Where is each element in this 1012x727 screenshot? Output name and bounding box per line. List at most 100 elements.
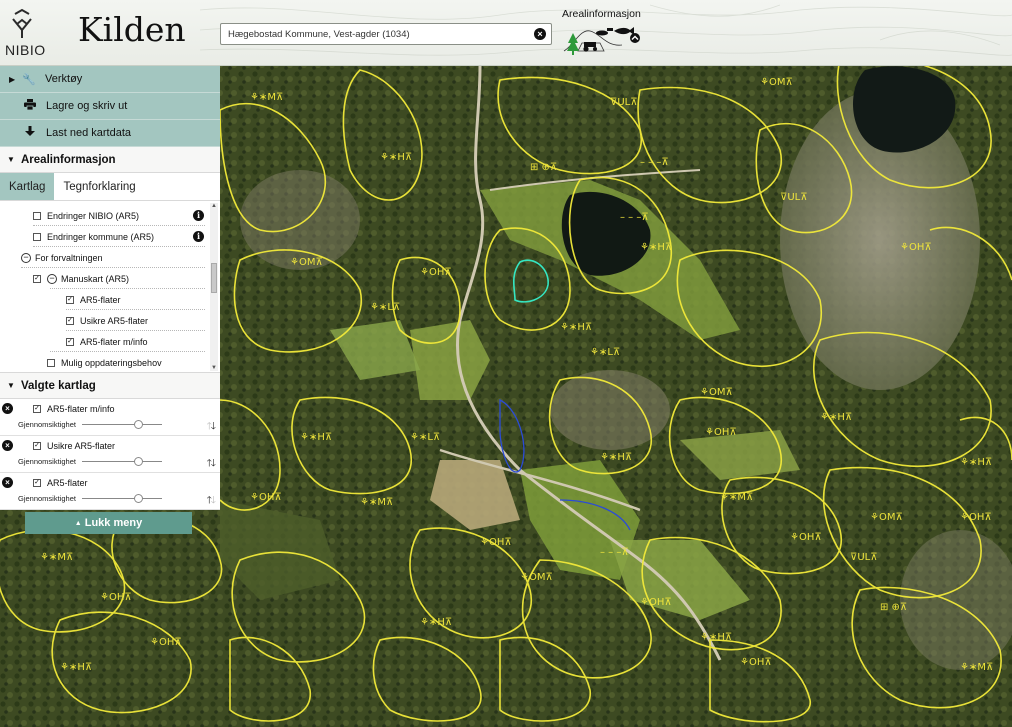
tab-kartlag[interactable]: Kartlag bbox=[0, 173, 55, 200]
map-label: ⚘∗M⊼ bbox=[360, 497, 393, 508]
map-label: ⊞ ⊕⊼ bbox=[880, 602, 907, 613]
tree-item[interactable]: ✓ AR5-flater bbox=[66, 290, 121, 310]
map-label: ⚘OH⊼ bbox=[480, 537, 512, 548]
scroll-down-icon[interactable]: ▼ bbox=[210, 365, 218, 371]
map-label: ⚘∗H⊼ bbox=[600, 452, 632, 463]
map-label: – – –⊼ bbox=[640, 157, 669, 168]
tool-label: Lagre og skriv ut bbox=[46, 100, 128, 112]
checkbox[interactable]: ✓ bbox=[33, 479, 41, 487]
tool-row-download[interactable]: Last ned kartdata bbox=[0, 120, 220, 147]
map-label: ⚘∗H⊼ bbox=[380, 152, 412, 163]
map-label: ⚘∗L⊼ bbox=[370, 302, 400, 313]
tree-group[interactable]: − For forvaltningen bbox=[21, 248, 103, 268]
animal-icon[interactable] bbox=[596, 28, 613, 36]
checkbox[interactable]: ✓ bbox=[33, 442, 41, 450]
collapse-caret-icon[interactable]: ▼ bbox=[7, 155, 21, 164]
map-label: ⊽UL⊼ bbox=[780, 192, 808, 203]
checkbox[interactable]: ✓ bbox=[66, 296, 74, 304]
move-down-icon[interactable]: 🡓 bbox=[211, 458, 216, 469]
tree-item[interactable]: Mulig oppdateringsbehov bbox=[47, 353, 162, 372]
map-label: ⚘OM⊼ bbox=[760, 77, 793, 88]
map-label: ⚘∗H⊼ bbox=[960, 457, 992, 468]
location-search[interactable]: × bbox=[220, 23, 552, 45]
map-label: ⚘OM⊼ bbox=[700, 387, 733, 398]
collapse-caret-icon[interactable]: ▼ bbox=[7, 381, 21, 390]
checkbox[interactable]: ✓ bbox=[33, 405, 41, 413]
clear-search-icon[interactable]: × bbox=[534, 28, 546, 40]
tree-item[interactable]: ✓ Usikre AR5-flater bbox=[66, 311, 148, 331]
tab-tegnforklaring[interactable]: Tegnforklaring bbox=[54, 173, 144, 200]
tree-group[interactable]: ✓ − Manuskart (AR5) bbox=[33, 269, 129, 289]
checkbox[interactable]: ✓ bbox=[66, 317, 74, 325]
tab-bar: Kartlag Tegnforklaring bbox=[0, 173, 220, 201]
map-label: – – –⊼ bbox=[620, 212, 649, 223]
selected-layers-list: × ✓ AR5-flater m/info Gjennomsiktighet 🡑🡓… bbox=[0, 399, 220, 510]
caret-up-icon: ▲ bbox=[74, 519, 82, 527]
section-arealinformasjon[interactable]: ▼ Arealinformasjon bbox=[0, 147, 220, 173]
expand-caret-icon[interactable]: ▶ bbox=[9, 75, 19, 84]
opacity-slider[interactable] bbox=[82, 420, 162, 429]
tree-item[interactable]: Endringer NIBIO (AR5) bbox=[33, 206, 139, 226]
fish-icon[interactable] bbox=[614, 27, 634, 35]
collapse-group-icon[interactable]: − bbox=[21, 253, 31, 263]
map-label: ⚘OH⊼ bbox=[420, 267, 452, 278]
opacity-slider[interactable] bbox=[82, 457, 162, 466]
download-icon bbox=[20, 126, 40, 140]
scroll-up-icon[interactable]: ▲ bbox=[210, 203, 218, 209]
slider-knob[interactable] bbox=[134, 420, 143, 429]
sidebar-panel: ▶ 🔧 Verktøy Lagre og skriv ut Last ned k… bbox=[0, 66, 220, 512]
move-down-icon[interactable]: 🡓 bbox=[211, 421, 216, 432]
tree-icon[interactable] bbox=[567, 33, 579, 55]
checkbox[interactable]: ✓ bbox=[33, 275, 41, 283]
collapse-group-icon[interactable]: − bbox=[47, 274, 57, 284]
collapse-chevron-icon[interactable] bbox=[630, 33, 640, 43]
section-title: Arealinformasjon bbox=[21, 153, 116, 166]
close-menu-label: Lukk meny bbox=[84, 517, 143, 529]
map-label: ⚘OH⊼ bbox=[100, 592, 132, 603]
layer-tree-scrollbar[interactable]: ▲ ▼ bbox=[210, 203, 218, 371]
info-icon[interactable]: i bbox=[193, 210, 204, 221]
opacity-slider[interactable] bbox=[82, 494, 162, 503]
wrench-icon: 🔧 bbox=[22, 73, 36, 86]
section-title: Valgte kartlag bbox=[21, 379, 96, 392]
info-icon[interactable]: i bbox=[193, 231, 204, 242]
search-input[interactable] bbox=[221, 24, 521, 44]
remove-layer-icon[interactable]: × bbox=[2, 440, 13, 451]
areal-info-icons[interactable] bbox=[562, 21, 644, 57]
slider-knob[interactable] bbox=[134, 457, 143, 466]
map-label: ⚘OH⊼ bbox=[900, 242, 932, 253]
checkbox[interactable]: ✓ bbox=[66, 338, 74, 346]
map-label: ⚘OH⊼ bbox=[740, 657, 772, 668]
app-title[interactable]: Kilden bbox=[78, 10, 186, 49]
layer-label: AR5-flater m/info bbox=[47, 404, 115, 414]
tree-item-label: Manuskart (AR5) bbox=[61, 274, 130, 284]
map-label: ⚘∗H⊼ bbox=[560, 322, 592, 333]
remove-layer-icon[interactable]: × bbox=[2, 477, 13, 488]
checkbox[interactable] bbox=[47, 359, 55, 367]
tree-item-label: Mulig oppdateringsbehov bbox=[61, 358, 162, 368]
map-label: ⚘OM⊼ bbox=[870, 512, 903, 523]
tractor-icon[interactable] bbox=[583, 42, 597, 52]
selected-layer: × ✓ Usikre AR5-flater Gjennomsiktighet 🡑🡓 bbox=[0, 436, 220, 473]
tree-item[interactable]: ✓ AR5-flater m/info bbox=[66, 332, 148, 352]
map-label: ⚘∗L⊼ bbox=[410, 432, 440, 443]
tree-item-label: Usikre AR5-flater bbox=[80, 316, 149, 326]
map-label: ⚘∗L⊼ bbox=[590, 347, 620, 358]
close-menu-button[interactable]: ▲ Lukk meny bbox=[25, 512, 192, 534]
tree-item[interactable]: Endringer kommune (AR5) bbox=[33, 227, 154, 247]
tool-row-print[interactable]: Lagre og skriv ut bbox=[0, 93, 220, 120]
opacity-label: Gjennomsiktighet bbox=[18, 420, 76, 429]
map-label: ⚘∗H⊼ bbox=[700, 632, 732, 643]
slider-knob[interactable] bbox=[134, 494, 143, 503]
tool-row-verktoy[interactable]: ▶ 🔧 Verktøy bbox=[0, 66, 220, 93]
checkbox[interactable] bbox=[33, 212, 41, 220]
logo-text: NIBIO bbox=[5, 42, 46, 58]
checkbox[interactable] bbox=[33, 233, 41, 241]
tree-item-label: AR5-flater m/info bbox=[80, 337, 148, 347]
scroll-thumb[interactable] bbox=[211, 263, 217, 293]
map-label: ⚘OH⊼ bbox=[150, 637, 182, 648]
section-valgte-kartlag[interactable]: ▼ Valgte kartlag bbox=[0, 373, 220, 399]
map-label: ⚘∗H⊼ bbox=[60, 662, 92, 673]
remove-layer-icon[interactable]: × bbox=[2, 403, 13, 414]
map-label: ⊽UL⊼ bbox=[610, 97, 638, 108]
